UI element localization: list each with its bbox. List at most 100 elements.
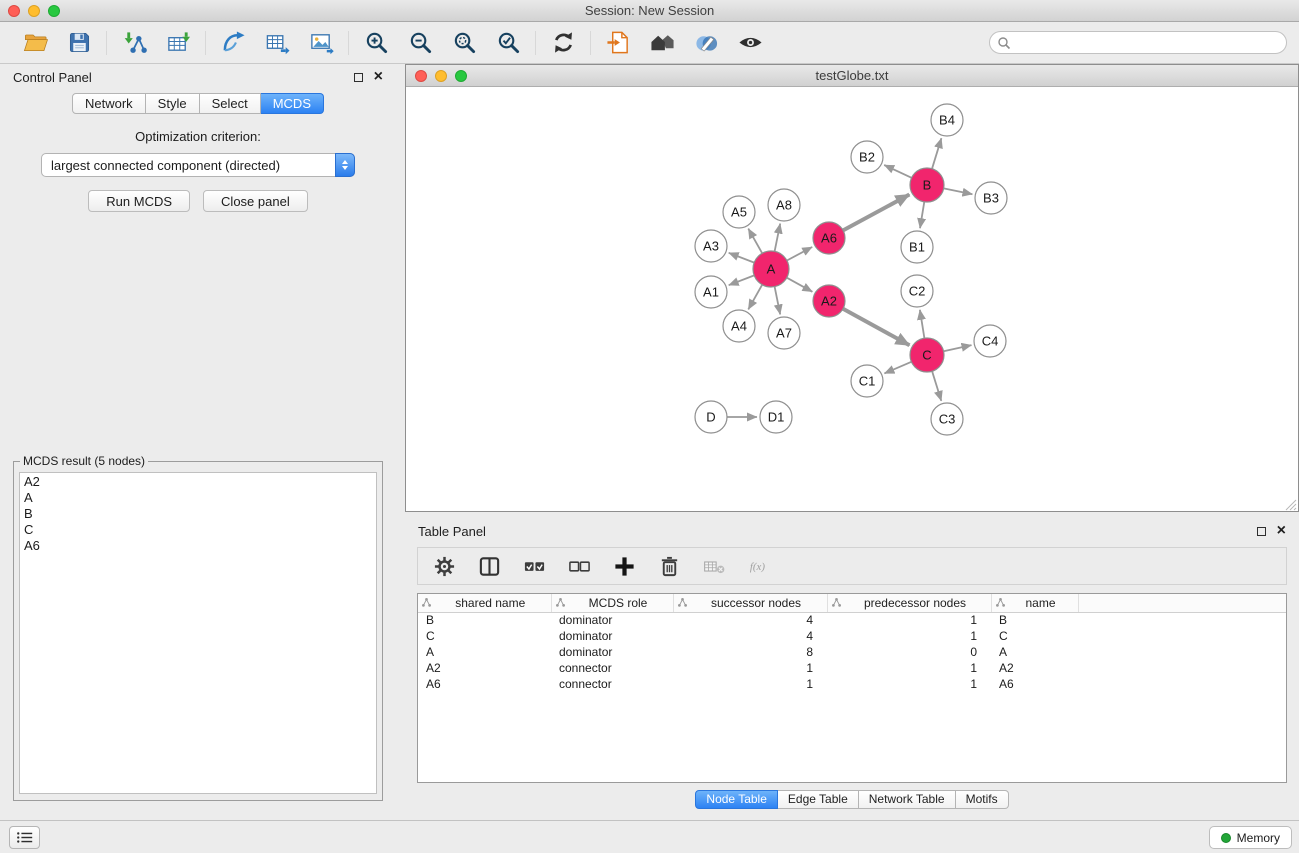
deselect-all-icon[interactable] [565, 552, 593, 580]
open-session-icon[interactable] [21, 29, 49, 57]
node-C1[interactable]: C1 [851, 365, 883, 397]
edge-B-B2[interactable] [884, 165, 911, 178]
table-cell[interactable]: dominator [551, 612, 673, 628]
table-cell[interactable]: B [418, 612, 551, 628]
close-panel-button[interactable]: Close panel [203, 190, 308, 212]
delete-column-icon[interactable] [655, 552, 683, 580]
float-panel-icon[interactable] [354, 73, 363, 82]
table-cell[interactable]: 1 [827, 676, 991, 692]
edge-A-A4[interactable] [748, 285, 762, 310]
task-history-button[interactable] [9, 826, 40, 849]
tab-mcds[interactable]: MCDS [261, 93, 324, 114]
show-hide-icon[interactable] [736, 29, 764, 57]
edge-A-A7[interactable] [775, 287, 781, 315]
add-column-icon[interactable] [610, 552, 638, 580]
new-network-file-icon[interactable] [604, 29, 632, 57]
table-cell[interactable]: dominator [551, 628, 673, 644]
table-row[interactable]: A6connector11A6 [418, 676, 1286, 692]
node-B[interactable]: B [910, 168, 944, 202]
node-A8[interactable]: A8 [768, 189, 800, 221]
import-network-icon[interactable] [120, 29, 148, 57]
edge-C-C4[interactable] [944, 345, 972, 351]
node-A1[interactable]: A1 [695, 276, 727, 308]
close-window-button[interactable] [8, 5, 20, 17]
export-network-icon[interactable] [219, 29, 247, 57]
edge-A-A1[interactable] [729, 275, 755, 285]
search-input[interactable] [989, 31, 1287, 54]
style-edit-icon[interactable] [692, 29, 720, 57]
close-table-panel-icon[interactable]: × [1277, 526, 1286, 536]
node-C3[interactable]: C3 [931, 403, 963, 435]
zoom-out-icon[interactable] [406, 29, 434, 57]
table-cell[interactable]: 1 [673, 660, 827, 676]
edge-A-A6[interactable] [787, 247, 812, 261]
float-table-panel-icon[interactable] [1257, 527, 1266, 536]
node-A3[interactable]: A3 [695, 230, 727, 262]
mcds-result-list[interactable]: A2ABCA6 [19, 472, 377, 794]
edge-B-B1[interactable] [920, 202, 924, 228]
node-A2[interactable]: A2 [813, 285, 845, 317]
edge-B-B3[interactable] [944, 188, 973, 194]
home-icon[interactable] [648, 29, 676, 57]
import-table-icon[interactable] [164, 29, 192, 57]
minimize-window-button[interactable] [28, 5, 40, 17]
tab-style[interactable]: Style [146, 93, 200, 114]
node-C4[interactable]: C4 [974, 325, 1006, 357]
edge-A-A5[interactable] [748, 229, 762, 254]
table-row[interactable]: A2connector11A2 [418, 660, 1286, 676]
tab-edge-table[interactable]: Edge Table [778, 790, 859, 809]
network-close-button[interactable] [415, 70, 427, 82]
run-mcds-button[interactable]: Run MCDS [88, 190, 190, 212]
edge-B-B4[interactable] [932, 138, 941, 169]
node-B4[interactable]: B4 [931, 104, 963, 136]
table-cell[interactable]: C [418, 628, 551, 644]
tab-select[interactable]: Select [200, 93, 261, 114]
table-cell[interactable]: 8 [673, 644, 827, 660]
mcds-result-item[interactable]: A6 [24, 538, 372, 554]
table-cell[interactable]: A2 [991, 660, 1078, 676]
table-cell[interactable]: A6 [991, 676, 1078, 692]
node-A4[interactable]: A4 [723, 310, 755, 342]
zoom-fit-icon[interactable] [450, 29, 478, 57]
table-cell[interactable]: 1 [827, 628, 991, 644]
fullscreen-window-button[interactable] [48, 5, 60, 17]
apply-layout-icon[interactable] [549, 29, 577, 57]
table-cell[interactable]: A [991, 644, 1078, 660]
export-table-icon[interactable] [263, 29, 291, 57]
edge-C-C2[interactable] [920, 310, 925, 338]
table-cell[interactable]: A6 [418, 676, 551, 692]
network-maximize-button[interactable] [455, 70, 467, 82]
tab-network[interactable]: Network [72, 93, 146, 114]
table-cell[interactable]: connector [551, 676, 673, 692]
table-row[interactable]: Cdominator41C [418, 628, 1286, 644]
edge-A-A2[interactable] [787, 278, 813, 292]
column-visibility-icon[interactable] [475, 552, 503, 580]
zoom-in-icon[interactable] [362, 29, 390, 57]
node-B2[interactable]: B2 [851, 141, 883, 173]
mcds-result-item[interactable]: A [24, 490, 372, 506]
column-header-MCDS-role[interactable]: MCDS role [551, 594, 673, 612]
select-all-icon[interactable] [520, 552, 548, 580]
column-header-predecessor-nodes[interactable]: predecessor nodes [827, 594, 991, 612]
edge-A2-C[interactable] [843, 309, 910, 346]
node-A5[interactable]: A5 [723, 196, 755, 228]
tab-network-table[interactable]: Network Table [859, 790, 956, 809]
export-image-icon[interactable] [307, 29, 335, 57]
network-canvas[interactable]: B4B2BB3A5A8A6B1A3AC2A1A2A4A7C4CC1C3DD1 [406, 87, 1298, 511]
node-B3[interactable]: B3 [975, 182, 1007, 214]
window-resize-grip-icon[interactable] [1285, 498, 1297, 510]
zoom-selected-icon[interactable] [494, 29, 522, 57]
mcds-result-item[interactable]: C [24, 522, 372, 538]
node-D1[interactable]: D1 [760, 401, 792, 433]
node-A7[interactable]: A7 [768, 317, 800, 349]
node-A6[interactable]: A6 [813, 222, 845, 254]
edge-C-C3[interactable] [932, 371, 941, 401]
table-cell[interactable]: 4 [673, 612, 827, 628]
column-header-name[interactable]: name [991, 594, 1078, 612]
network-graph[interactable]: B4B2BB3A5A8A6B1A3AC2A1A2A4A7C4CC1C3DD1 [406, 87, 1298, 511]
table-cell[interactable]: A2 [418, 660, 551, 676]
table-cell[interactable]: 1 [827, 660, 991, 676]
mcds-result-item[interactable]: B [24, 506, 372, 522]
function-builder-icon[interactable]: f(x) [745, 552, 773, 580]
column-header-shared-name[interactable]: shared name [418, 594, 551, 612]
